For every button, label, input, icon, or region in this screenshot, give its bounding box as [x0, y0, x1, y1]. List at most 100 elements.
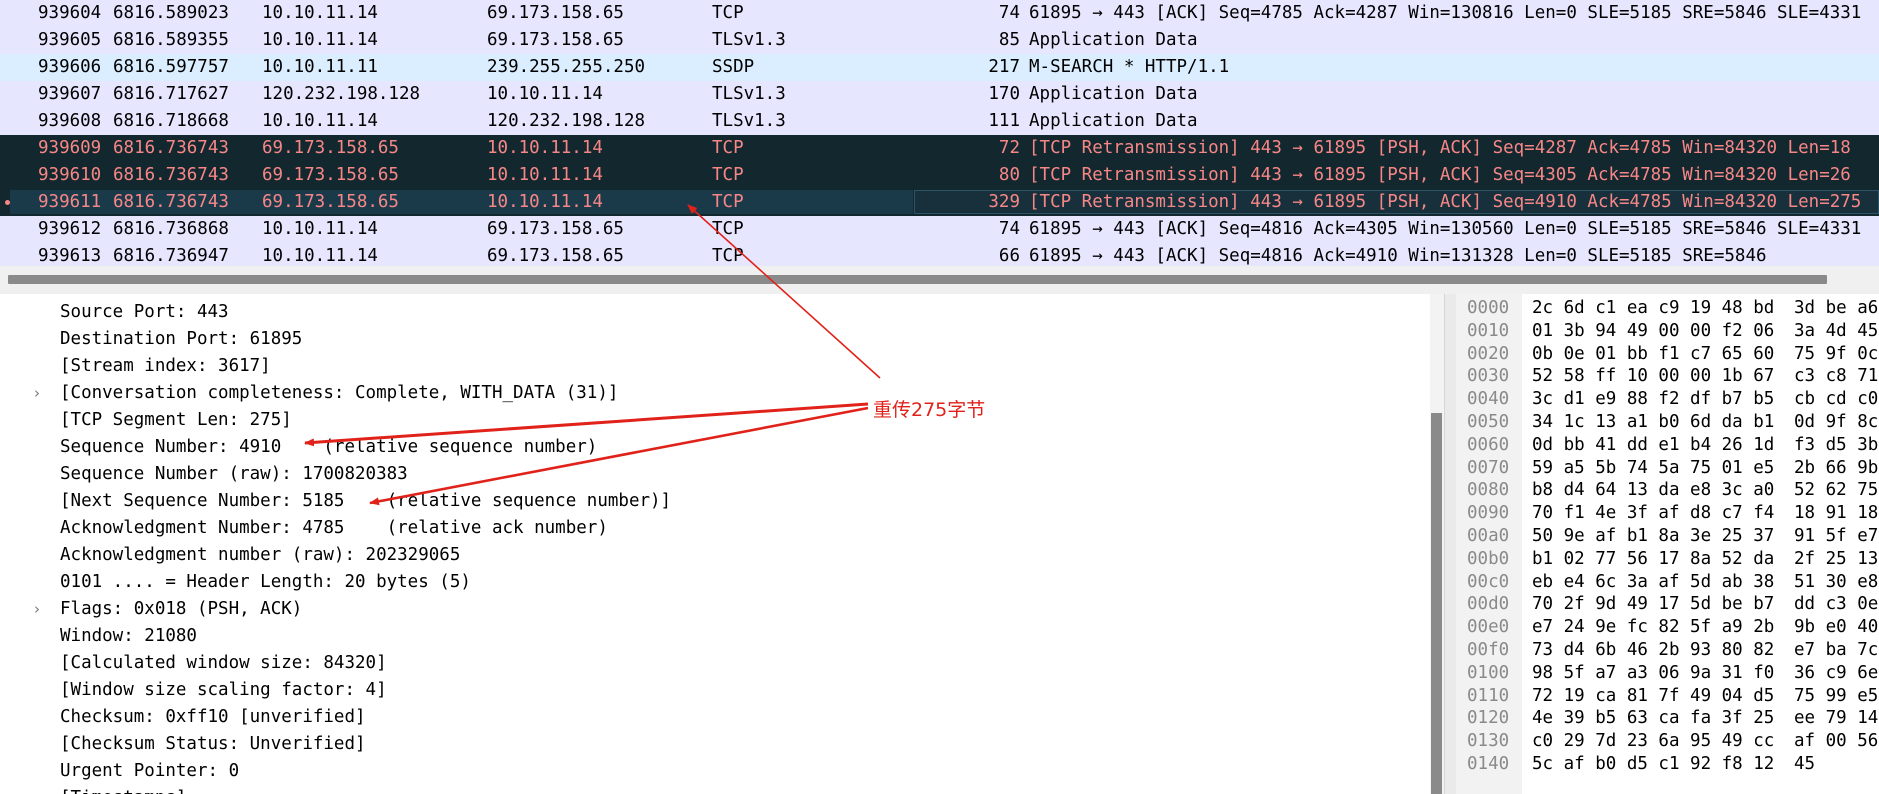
packet-row[interactable]: 939613 6816.736947 10.10.11.14 69.173.15… — [0, 243, 1879, 266]
packet-length: 66 — [998, 246, 1020, 266]
packet-row-retransmission[interactable]: 939610 6816.736743 69.173.158.65 10.10.1… — [0, 162, 1879, 189]
detail-line[interactable]: [TCP Segment Len: 275] — [60, 407, 292, 434]
detail-line[interactable]: 0101 .... = Header Length: 20 bytes (5) — [60, 569, 471, 596]
packet-source: 120.232.198.128 — [262, 84, 421, 104]
packet-destination: 120.232.198.128 — [487, 111, 646, 131]
packet-protocol: TCP — [712, 219, 744, 239]
detail-line[interactable]: Sequence Number (raw): 1700820383 — [60, 461, 408, 488]
hex-bytes[interactable]: c0 29 7d 23 6a 95 49 cc — [1532, 731, 1774, 751]
packet-info: M-SEARCH * HTTP/1.1 — [1029, 57, 1230, 77]
packet-row[interactable]: 939612 6816.736868 10.10.11.14 69.173.15… — [0, 216, 1879, 243]
hex-bytes[interactable]: 50 9e af b1 8a 3e 25 37 — [1532, 526, 1774, 546]
packet-time: 6816.589023 — [113, 3, 229, 23]
packet-no: 939606 — [38, 57, 102, 77]
expand-chevron-icon[interactable]: › — [34, 380, 46, 407]
packet-bytes-pane[interactable]: 0000 2c 6d c1 ea c9 19 48 bd 3d be a6 0010 0… — [1456, 294, 1879, 794]
packet-row[interactable]: 939605 6816.589355 10.10.11.14 69.173.15… — [0, 27, 1879, 54]
packet-destination: 69.173.158.65 — [487, 3, 624, 23]
packet-no: 939604 — [38, 3, 102, 23]
detail-line[interactable]: [Calculated window size: 84320] — [60, 650, 387, 677]
scrollbar-thumb[interactable] — [8, 275, 1827, 284]
scrollbar-thumb[interactable] — [1431, 413, 1442, 794]
hex-bytes[interactable]: 45 — [1794, 754, 1815, 774]
packet-list-horizontal-scrollbar[interactable] — [0, 266, 1879, 294]
hex-bytes[interactable]: 34 1c 13 a1 b0 6d da b1 — [1532, 412, 1774, 432]
hex-offset: 00b0 — [1467, 548, 1510, 569]
hex-bytes[interactable]: 0d 9f 8c — [1794, 412, 1878, 432]
hex-bytes[interactable]: 18 91 18 — [1794, 503, 1878, 523]
hex-bytes[interactable]: 52 58 ff 10 00 00 1b 67 — [1532, 366, 1774, 386]
packet-info: Application Data — [1029, 111, 1198, 131]
hex-bytes[interactable]: b1 02 77 56 17 8a 52 da — [1532, 549, 1774, 569]
hex-bytes[interactable]: 2c 6d c1 ea c9 19 48 bd — [1532, 298, 1774, 318]
hex-bytes[interactable]: 4e 39 b5 63 ca fa 3f 25 — [1532, 708, 1774, 728]
hex-bytes[interactable]: 3c d1 e9 88 f2 df b7 b5 — [1532, 389, 1774, 409]
packet-row-selected[interactable]: 939611 6816.736743 69.173.158.65 10.10.1… — [0, 189, 1879, 216]
hex-bytes[interactable]: af 00 56 — [1794, 731, 1878, 751]
detail-line[interactable]: [Stream index: 3617] — [60, 353, 271, 380]
hex-bytes[interactable]: 2f 25 13 — [1794, 549, 1878, 569]
detail-line[interactable]: Destination Port: 61895 — [60, 326, 302, 353]
detail-line[interactable]: Flags: 0x018 (PSH, ACK) — [60, 596, 302, 623]
packet-row[interactable]: 939606 6816.597757 10.10.11.11 239.255.2… — [0, 54, 1879, 81]
detail-line[interactable]: Urgent Pointer: 0 — [60, 758, 239, 785]
packet-info: 61895 → 443 [ACK] Seq=4816 Ack=4910 Win=… — [1029, 246, 1767, 266]
detail-line[interactable]: [Conversation completeness: Complete, WI… — [60, 380, 618, 407]
hex-bytes[interactable]: 59 a5 5b 74 5a 75 01 e5 — [1532, 458, 1774, 478]
hex-bytes[interactable]: 2b 66 9b — [1794, 458, 1878, 478]
hex-bytes[interactable]: 36 c9 6e — [1794, 663, 1878, 683]
hex-offset: 0060 — [1467, 434, 1510, 455]
hex-bytes[interactable]: 98 5f a7 a3 06 9a 31 f0 — [1532, 663, 1774, 683]
hex-bytes[interactable]: 72 19 ca 81 7f 49 04 d5 — [1532, 686, 1774, 706]
hex-bytes[interactable]: 01 3b 94 49 00 00 f2 06 — [1532, 321, 1774, 341]
hex-bytes[interactable]: 91 5f e7 — [1794, 526, 1878, 546]
hex-bytes[interactable]: 73 d4 6b 46 2b 93 80 82 — [1532, 640, 1774, 660]
hex-bytes[interactable]: 70 f1 4e 3f af d8 c7 f4 — [1532, 503, 1774, 523]
packet-row[interactable]: 939608 6816.718668 10.10.11.14 120.232.1… — [0, 108, 1879, 135]
detail-line[interactable]: Window: 21080 — [60, 623, 197, 650]
hex-bytes[interactable]: e7 24 9e fc 82 5f a9 2b — [1532, 617, 1774, 637]
hex-bytes[interactable]: dd c3 0e — [1794, 594, 1878, 614]
hex-bytes[interactable]: 75 9f 0c — [1794, 344, 1878, 364]
hex-bytes[interactable]: c3 c8 71 — [1794, 366, 1878, 386]
detail-line[interactable]: Source Port: 443 — [60, 299, 229, 326]
packet-source: 10.10.11.14 — [262, 3, 378, 23]
hex-bytes[interactable]: 52 62 75 — [1794, 480, 1878, 500]
detail-line[interactable]: [Timestamps] — [60, 785, 186, 794]
packet-length: 217 — [988, 57, 1020, 77]
hex-bytes[interactable]: 70 2f 9d 49 17 5d be b7 — [1532, 594, 1774, 614]
detail-line[interactable]: [Checksum Status: Unverified] — [60, 731, 366, 758]
hex-bytes[interactable]: 3d be a6 — [1794, 298, 1878, 318]
hex-bytes[interactable]: 0d bb 41 dd e1 b4 26 1d — [1532, 435, 1774, 455]
detail-line[interactable]: Acknowledgment number (raw): 202329065 — [60, 542, 460, 569]
packet-destination: 10.10.11.14 — [487, 84, 603, 104]
packet-time: 6816.736743 — [113, 165, 229, 185]
hex-bytes[interactable]: 0b 0e 01 bb f1 c7 65 60 — [1532, 344, 1774, 364]
packet-protocol: TCP — [712, 246, 744, 266]
hex-bytes[interactable]: b8 d4 64 13 da e8 3c a0 — [1532, 480, 1774, 500]
packet-row-retransmission[interactable]: 939609 6816.736743 69.173.158.65 10.10.1… — [0, 135, 1879, 162]
detail-line[interactable]: Acknowledgment Number: 4785 (relative ac… — [60, 515, 608, 542]
hex-bytes[interactable]: ee 79 14 — [1794, 708, 1878, 728]
hex-bytes[interactable]: 51 30 e8 — [1794, 572, 1878, 592]
hex-offset: 00f0 — [1467, 640, 1510, 660]
detail-line[interactable]: [Next Sequence Number: 5185 (relative se… — [60, 488, 671, 515]
expand-chevron-icon[interactable]: › — [34, 596, 46, 623]
packet-details-pane[interactable]: Source Port: 443 Destination Port: 61895… — [0, 294, 1430, 794]
hex-offset: 0020 — [1467, 343, 1510, 364]
hex-bytes[interactable]: 9b e0 40 — [1794, 617, 1878, 637]
packet-list[interactable]: 939604 6816.589023 10.10.11.14 69.173.15… — [0, 0, 1879, 266]
hex-bytes[interactable]: e7 ba 7c — [1794, 640, 1878, 660]
hex-bytes[interactable]: cb cd c0 — [1794, 389, 1878, 409]
detail-line[interactable]: [Window size scaling factor: 4] — [60, 677, 387, 704]
detail-line[interactable]: Checksum: 0xff10 [unverified] — [60, 704, 366, 731]
hex-bytes[interactable]: 5c af b0 d5 c1 92 f8 12 — [1532, 754, 1774, 774]
detail-line[interactable]: Sequence Number: 4910 (relative sequence… — [60, 434, 597, 461]
hex-bytes[interactable]: 75 99 e5 — [1794, 686, 1878, 706]
packet-row[interactable]: 939604 6816.589023 10.10.11.14 69.173.15… — [0, 0, 1879, 27]
hex-bytes[interactable]: eb e4 6c 3a af 5d ab 38 — [1532, 572, 1774, 592]
hex-bytes[interactable]: 3a 4d 45 — [1794, 321, 1878, 341]
packet-row[interactable]: 939607 6816.717627 120.232.198.128 10.10… — [0, 81, 1879, 108]
hex-bytes[interactable]: f3 d5 3b — [1794, 435, 1878, 455]
packet-protocol: TCP — [712, 165, 744, 185]
